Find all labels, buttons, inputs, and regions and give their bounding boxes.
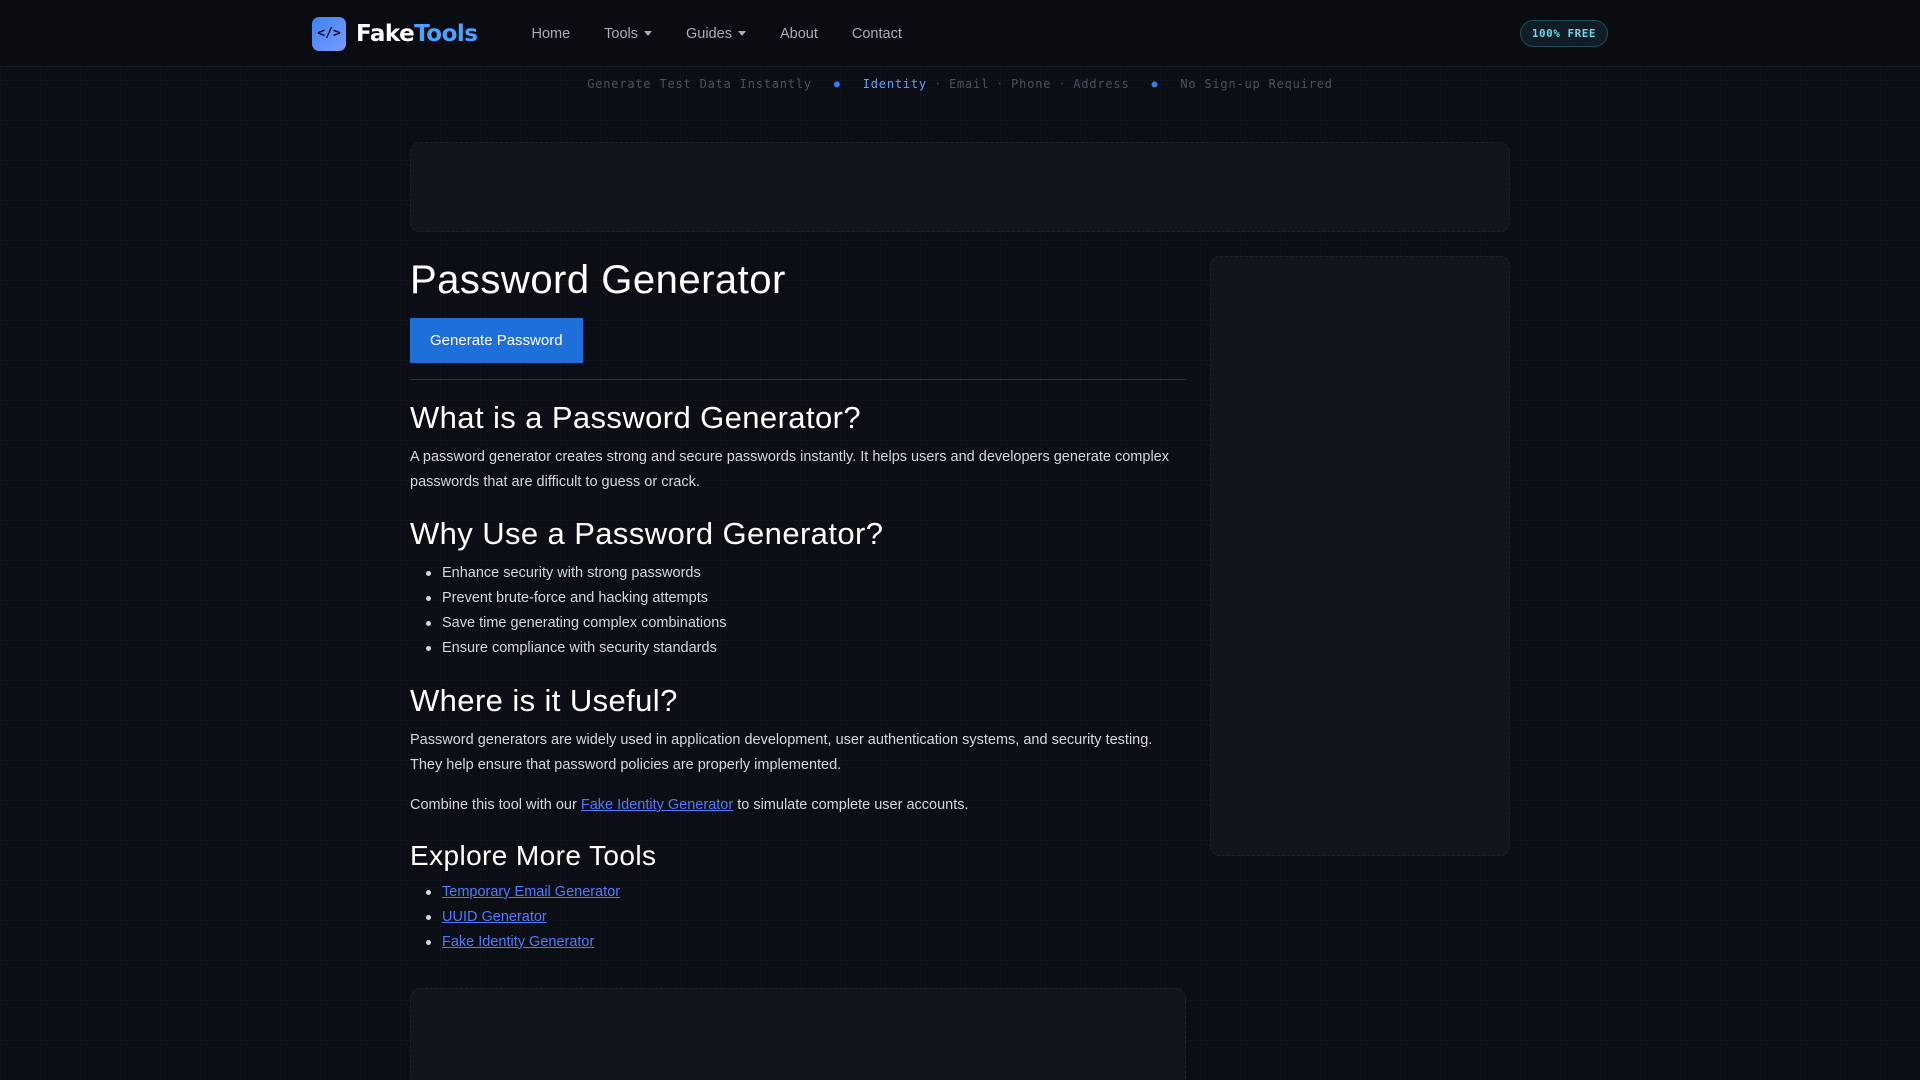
brand-logo[interactable]: FakeTools	[356, 20, 478, 47]
navbar-inner: </> FakeTools Home Tools Guides About Co…	[312, 0, 1608, 67]
section-heading-where: Where is it Useful?	[410, 683, 678, 718]
ticker-bullet-icon: ●	[833, 78, 841, 90]
combine-prefix: Combine this tool with our	[410, 797, 581, 813]
brand-part-tools: Tools	[414, 20, 478, 47]
ticker-left: Generate Test Data Instantly	[587, 77, 812, 91]
main-content: Password Generator Generate Password Wha…	[410, 256, 1186, 955]
ticker-item-phone: Phone	[1011, 77, 1052, 91]
list-item: Fake Identity Generator	[426, 930, 1186, 955]
section-heading-explore: Explore More Tools	[410, 840, 657, 871]
list-item: Enhance security with strong passwords	[426, 561, 1186, 586]
ticker-separator: ·	[1058, 77, 1067, 91]
why-list: Enhance security with strong passwords P…	[426, 561, 1186, 661]
list-item: UUID Generator	[426, 905, 1186, 930]
ticker-item-email: Email	[948, 77, 990, 91]
ticker-bullet-icon: ●	[1151, 78, 1159, 90]
feature-ticker: Generate Test Data Instantly ● Identity …	[0, 74, 1920, 94]
list-item: Ensure compliance with security standard…	[426, 636, 1186, 661]
section-text-what: A password generator creates strong and …	[410, 449, 1169, 490]
navbar: </> FakeTools Home Tools Guides About Co…	[0, 0, 1920, 67]
link-uuid-generator[interactable]: UUID Generator	[442, 909, 547, 925]
list-item: Save time generating complex combination…	[426, 611, 1186, 636]
nav-link-about-label: About	[779, 25, 818, 42]
section-heading-why: Why Use a Password Generator?	[410, 516, 884, 551]
nav-link-home[interactable]: Home	[531, 26, 570, 42]
link-temporary-email-generator[interactable]: Temporary Email Generator	[442, 884, 620, 900]
caret-down-icon	[644, 31, 653, 36]
link-fake-identity-generator[interactable]: Fake Identity Generator	[581, 797, 733, 813]
nav-link-contact-label: Contact	[851, 25, 902, 42]
combine-text: Combine this tool with our Fake Identity…	[410, 793, 1186, 818]
code-logo-icon[interactable]: </>	[312, 16, 346, 51]
section-heading-what: What is a Password Generator?	[410, 400, 861, 435]
ad-sidebar	[1210, 256, 1510, 856]
ticker-right: No Sign-up Required	[1180, 77, 1333, 91]
free-badge: 100% FREE	[1519, 20, 1608, 47]
explore-tools-list: Temporary Email Generator UUID Generator…	[426, 880, 1186, 955]
nav-dropdown-guides-label: Guides	[686, 25, 732, 42]
nav-link-home-label: Home	[531, 25, 571, 42]
list-item: Temporary Email Generator	[426, 880, 1186, 905]
ticker-highlight: Identity	[862, 77, 927, 91]
link-fake-identity-generator-2[interactable]: Fake Identity Generator	[442, 934, 594, 950]
ad-banner-bottom	[410, 988, 1186, 1080]
nav-dropdown-tools-label: Tools	[604, 25, 639, 42]
nav-link-contact[interactable]: Contact	[852, 26, 902, 42]
nav-dropdown-guides[interactable]: Guides	[686, 26, 746, 42]
ticker-separator: ·	[933, 77, 942, 91]
nav-dropdown-tools[interactable]: Tools	[604, 25, 653, 42]
brand-part-fake: Fake	[356, 20, 415, 47]
ticker-item-address: Address	[1073, 77, 1130, 91]
list-item: Prevent brute-force and hacking attempts	[426, 586, 1186, 611]
section-text-where: Password generators are widely used in a…	[410, 732, 1153, 773]
ticker-separator: ·	[996, 77, 1005, 91]
combine-suffix: to simulate complete user accounts.	[733, 797, 969, 813]
caret-down-icon	[737, 31, 746, 36]
nav-link-about[interactable]: About	[780, 26, 818, 42]
ad-banner-top	[410, 142, 1510, 232]
generate-password-button[interactable]: Generate Password	[410, 318, 583, 363]
divider	[410, 379, 1186, 380]
nav-links: Home Tools Guides About Contact	[531, 26, 935, 42]
page-title: Password Generator	[410, 258, 786, 302]
